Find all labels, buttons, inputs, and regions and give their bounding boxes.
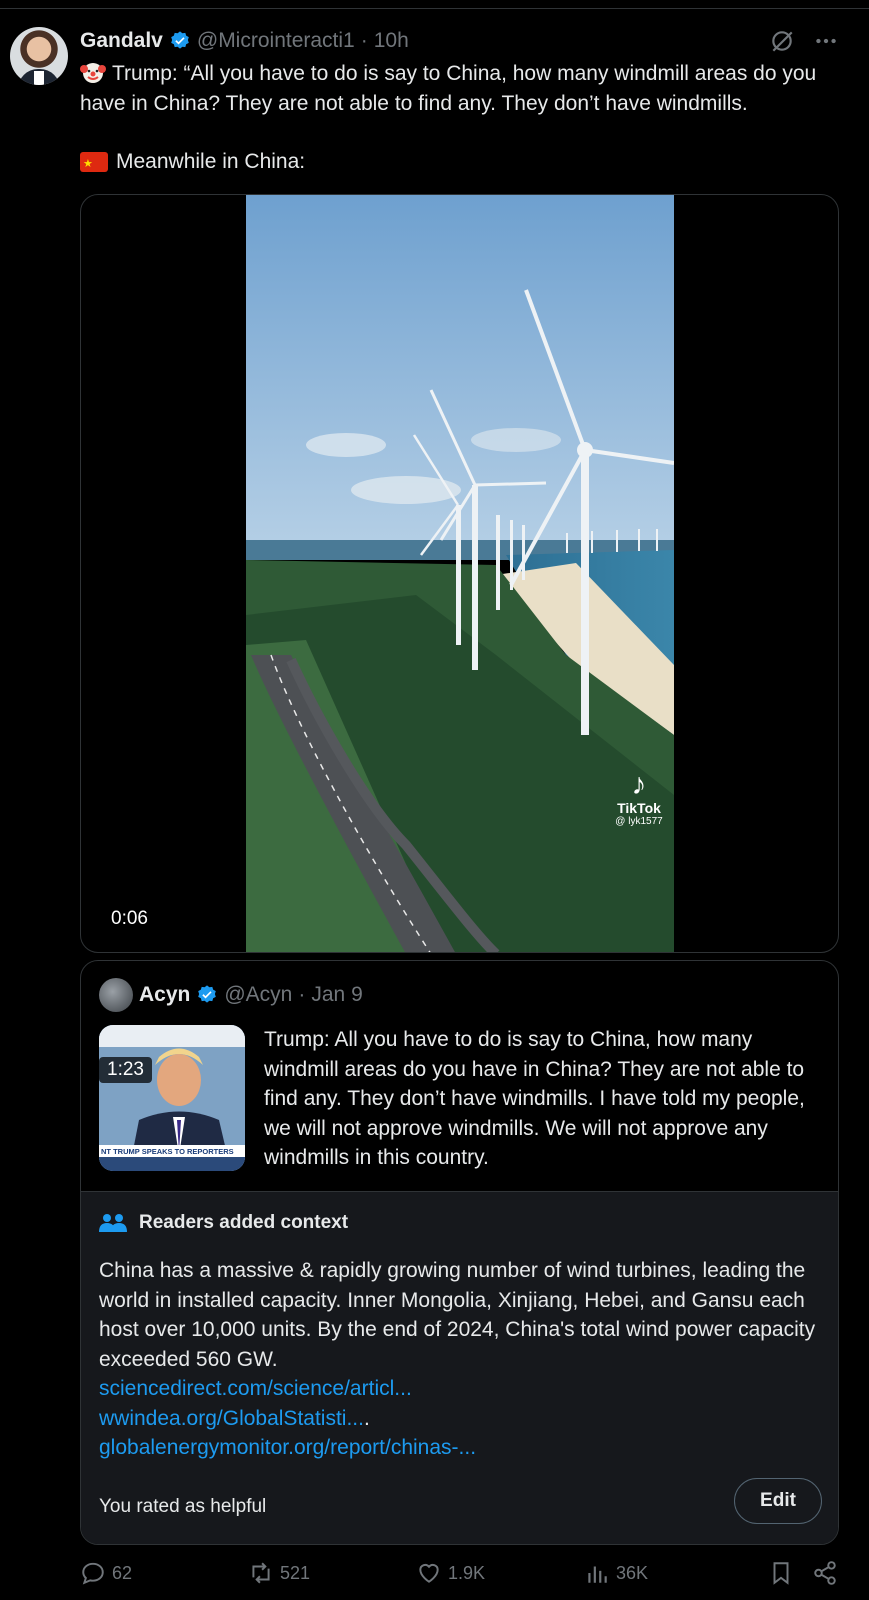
quoted-post[interactable]: Acyn @Acyn · Jan 9 NT TRUMP SPEAKS TO RE… [80, 960, 839, 1545]
tiktok-logo-icon: ♪ [631, 768, 647, 801]
reply-count: 62 [112, 1562, 133, 1583]
reply-icon [82, 1562, 104, 1585]
community-note-heading: Readers added context [139, 1212, 349, 1233]
quoted-author-name[interactable]: Acyn [139, 983, 190, 1007]
video-player[interactable]: ♪ TikTok @ lyk1577 0:06 [80, 194, 839, 953]
quoted-post-date[interactable]: Jan 9 [311, 983, 362, 1007]
quoted-author-handle[interactable]: @Acyn [224, 983, 292, 1007]
quoted-video-thumbnail[interactable]: NT TRUMP SPEAKS TO REPORTERS [99, 1025, 245, 1171]
views-count: 36K [616, 1562, 649, 1583]
like-count: 1.9K [448, 1562, 486, 1583]
tiktok-user: @ lyk1577 [615, 816, 663, 827]
verified-badge-icon [171, 31, 189, 49]
community-note-links: sciencedirect.com/science/articl... wwin… [99, 1374, 819, 1463]
views-chart-icon [588, 1566, 607, 1583]
more-options-icon[interactable] [813, 28, 839, 54]
source-link-row-wwindea: wwindea.org/GlobalStatisti.... [99, 1404, 819, 1434]
speaker-thumbnail-image: NT TRUMP SPEAKS TO REPORTERS [99, 1025, 245, 1171]
views-button[interactable]: 36K [584, 1560, 648, 1586]
repost-button[interactable]: 521 [248, 1560, 310, 1586]
source-link-globalenergymonitor[interactable]: globalenergymonitor.org/report/chinas-..… [99, 1433, 819, 1463]
quoted-author-avatar[interactable] [99, 978, 133, 1012]
post-header: Gandalv @Microinteracti1 · 10h [80, 28, 409, 54]
video-duration: 0:06 [111, 908, 148, 929]
author-name[interactable]: Gandalv [80, 29, 163, 53]
like-button[interactable]: 1.9K [416, 1560, 485, 1586]
share-icon [814, 1561, 836, 1585]
author-handle[interactable]: @Microinteracti1 [197, 29, 355, 53]
edit-rating-button[interactable]: Edit [734, 1478, 822, 1524]
grok-icon[interactable] [769, 28, 795, 54]
source-link-suffix: . [363, 1406, 370, 1430]
repost-icon [252, 1562, 270, 1584]
bookmark-icon [773, 1562, 789, 1585]
heart-icon [419, 1563, 439, 1583]
post-time[interactable]: 10h [374, 29, 409, 53]
repost-count: 521 [280, 1562, 311, 1583]
people-icon [99, 1214, 127, 1232]
separator-dot: · [360, 29, 368, 52]
post-second-line: Meanwhile in China: [80, 147, 306, 179]
tiktok-watermark: ♪ TikTok @ lyk1577 [609, 768, 669, 828]
clown-face-icon [80, 63, 106, 83]
community-note-body: China has a massive & rapidly growing nu… [99, 1259, 816, 1371]
separator-dot: · [298, 983, 306, 1006]
top-divider [0, 8, 869, 9]
bookmark-button[interactable] [768, 1560, 794, 1586]
china-flag-icon [80, 150, 108, 179]
rating-status: You rated as helpful [99, 1496, 267, 1517]
thumbnail-banner: NT TRUMP SPEAKS TO REPORTERS [101, 1147, 234, 1156]
post-action-bar: 62 521 1.9K 36K [80, 1560, 860, 1590]
meanwhile-text: Meanwhile in China: [116, 150, 306, 173]
community-note: Readers added context China has a massiv… [81, 1191, 838, 1544]
video-frame[interactable] [246, 195, 674, 952]
tiktok-brand: TikTok [617, 800, 661, 816]
quoted-post-text: Trump: All you have to do is say to Chin… [264, 1028, 805, 1169]
community-note-header: Readers added context [99, 1212, 348, 1234]
reply-button[interactable]: 62 [80, 1560, 132, 1586]
author-avatar[interactable] [10, 27, 68, 85]
source-link-sciencedirect[interactable]: sciencedirect.com/science/articl... [99, 1374, 819, 1404]
quoted-video-duration: 1:23 [99, 1057, 152, 1083]
source-link-wwindea[interactable]: wwindea.org/GlobalStatisti... [99, 1407, 364, 1430]
wind-turbines-video-still [246, 195, 674, 952]
quoted-post-header: Acyn @Acyn · Jan 9 [99, 978, 363, 1012]
post-body-text: Trump: “All you have to do is say to Chi… [80, 62, 817, 115]
header-actions [769, 28, 839, 54]
share-button[interactable] [812, 1560, 838, 1586]
verified-badge-icon [198, 985, 217, 1003]
post-text: Trump: “All you have to do is say to Chi… [80, 59, 840, 118]
